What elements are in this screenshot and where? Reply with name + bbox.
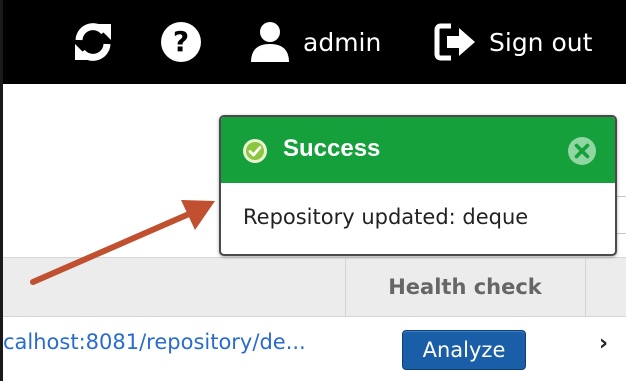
notification-message: Repository updated: deque <box>243 205 529 229</box>
chevron-right-icon[interactable]: › <box>599 331 608 356</box>
table-row: calhost:8081/repository/de... Analyze › <box>3 316 626 381</box>
repository-url-link[interactable]: calhost:8081/repository/de... <box>3 330 306 354</box>
help-button[interactable]: ? <box>159 0 203 84</box>
table-header: Health check <box>3 257 626 317</box>
sign-out-button[interactable]: Sign out <box>433 0 592 84</box>
check-circle-icon <box>243 139 267 163</box>
refresh-button[interactable] <box>71 0 115 84</box>
notification-title: Success <box>283 135 381 162</box>
success-notification: Success Repository updated: deque <box>219 115 617 256</box>
username-label: admin <box>303 27 382 57</box>
notification-header: Success <box>221 117 615 183</box>
sign-out-label: Sign out <box>489 27 593 57</box>
user-icon <box>251 22 289 62</box>
column-divider <box>585 258 586 316</box>
help-icon: ? <box>161 22 201 62</box>
svg-text:?: ? <box>173 25 189 58</box>
analyze-button[interactable]: Analyze <box>402 330 526 370</box>
top-navigation-bar: ? admin Sign out <box>3 0 626 84</box>
sign-out-icon <box>434 23 475 61</box>
user-menu[interactable]: admin <box>249 0 381 84</box>
health-check-header: Health check <box>388 275 542 299</box>
refresh-icon <box>75 23 111 61</box>
close-circle-icon[interactable] <box>567 136 597 166</box>
